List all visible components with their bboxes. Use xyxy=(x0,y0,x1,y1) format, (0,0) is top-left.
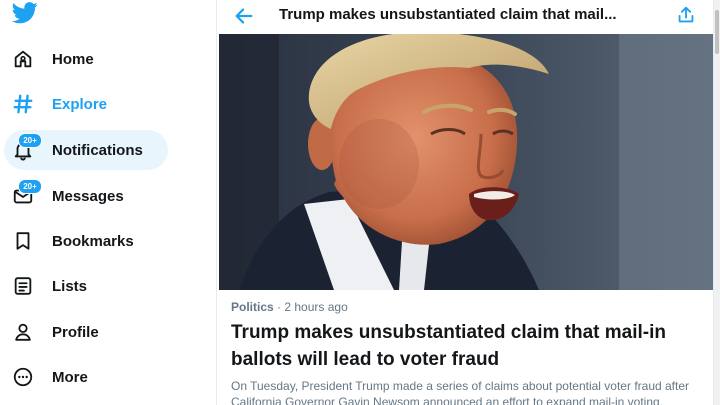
page-title: Trump makes unsubstantiated claim that m… xyxy=(279,6,617,23)
messages-badge: 20+ xyxy=(18,179,42,194)
more-circle-icon xyxy=(12,366,34,388)
bookmark-icon xyxy=(12,230,34,252)
article-timestamp: 2 hours ago xyxy=(284,300,348,314)
sidebar-item-explore[interactable]: Explore xyxy=(4,84,121,124)
article-summary: On Tuesday, President Trump made a serie… xyxy=(231,379,690,405)
article-headline: Trump makes unsubstantiated claim that m… xyxy=(231,322,666,370)
sidebar-item-bookmarks[interactable]: Bookmarks xyxy=(4,221,148,261)
sidebar-item-label: Bookmarks xyxy=(52,232,134,250)
article-header: Trump makes unsubstantiated claim that m… xyxy=(217,0,713,34)
envelope-icon: 20+ xyxy=(12,179,42,207)
hashtag-icon xyxy=(12,93,34,115)
sidebar-item-label: Profile xyxy=(52,323,99,341)
share-icon[interactable] xyxy=(675,4,697,26)
article-meta: Politics · 2 hours ago xyxy=(231,300,348,314)
sidebar-item-label: Explore xyxy=(52,95,108,113)
sidebar-nav: Home Explore 20+ Notifications 20+ Messa… xyxy=(0,0,216,405)
home-icon xyxy=(12,48,34,70)
notifications-badge: 20+ xyxy=(18,133,42,148)
twitter-logo-icon[interactable] xyxy=(12,2,38,24)
sidebar-item-label: Lists xyxy=(52,277,88,295)
meta-separator: · xyxy=(277,300,282,314)
sidebar-item-notifications[interactable]: 20+ Notifications xyxy=(4,130,168,170)
sidebar-item-home[interactable]: Home xyxy=(4,39,108,79)
sidebar-item-profile[interactable]: Profile xyxy=(4,312,113,352)
scrollbar-thumb[interactable] xyxy=(715,10,719,54)
sidebar-item-label: More xyxy=(52,368,88,386)
person-icon xyxy=(12,321,34,343)
vertical-scrollbar[interactable] xyxy=(714,0,720,405)
sidebar-item-messages[interactable]: 20+ Messages xyxy=(4,176,138,216)
bell-icon: 20+ xyxy=(12,133,42,161)
sidebar-item-more[interactable]: More xyxy=(4,357,102,397)
article-hero-image[interactable] xyxy=(219,34,713,290)
sidebar-item-label: Messages xyxy=(52,187,124,205)
sidebar-item-label: Notifications xyxy=(52,141,143,159)
sidebar-item-label: Home xyxy=(52,50,94,68)
sidebar-item-lists[interactable]: Lists xyxy=(4,266,101,306)
back-arrow-icon[interactable] xyxy=(233,5,255,27)
main-column: Trump makes unsubstantiated claim that m… xyxy=(216,0,714,405)
article-category[interactable]: Politics xyxy=(231,300,274,314)
list-icon xyxy=(12,275,34,297)
